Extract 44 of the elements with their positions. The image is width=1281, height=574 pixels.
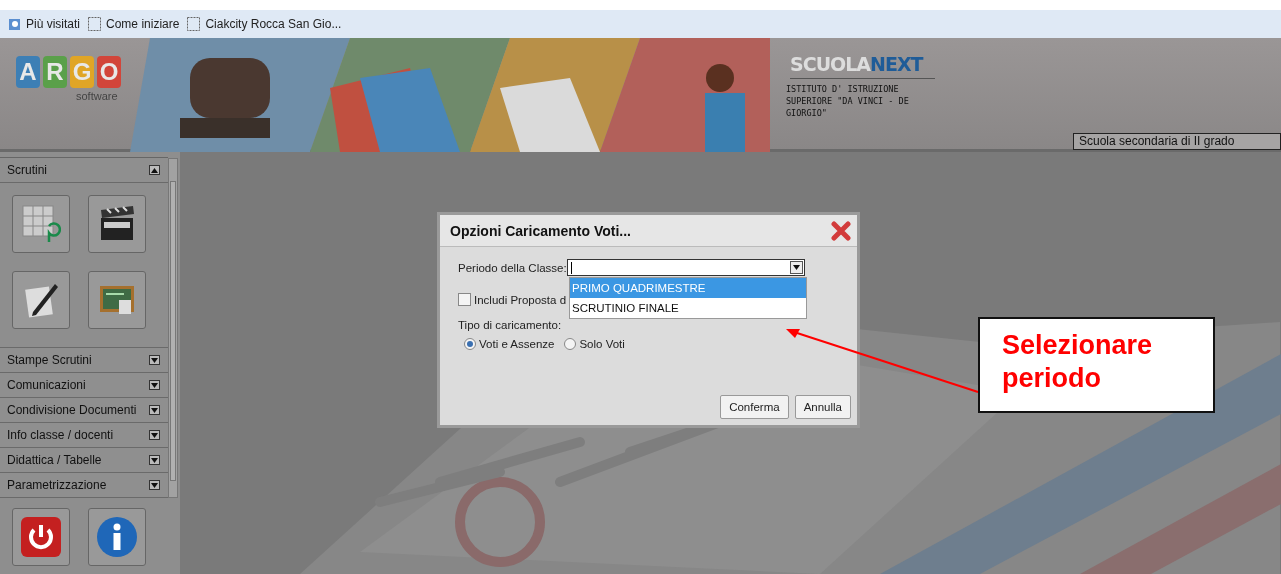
- radio-label: Solo Voti: [579, 338, 625, 350]
- bookmark-link[interactable]: Più visitati: [8, 17, 81, 31]
- product-logo: SCUOLANEXT: [790, 52, 935, 79]
- logo-letter: R: [43, 56, 67, 88]
- radio-button[interactable]: [564, 338, 577, 350]
- school-type-select[interactable]: Scuola secondaria di II grado: [1073, 133, 1281, 150]
- period-select[interactable]: [566, 259, 805, 276]
- close-icon[interactable]: [831, 220, 851, 241]
- expand-icon[interactable]: [149, 430, 160, 440]
- blank-page-icon: [88, 17, 102, 31]
- checkbox-label: Includi Proposta d: [474, 293, 567, 306]
- dialog-button[interactable]: Conferma: [720, 395, 789, 419]
- tool-button[interactable]: [88, 195, 146, 253]
- field-label: Tipo di caricamento:: [458, 319, 562, 331]
- dialog-button[interactable]: Annulla: [794, 395, 851, 419]
- logo-letter: A: [16, 56, 40, 88]
- power-icon: [19, 515, 63, 559]
- radio-label: Voti e Assenze: [479, 338, 555, 350]
- tool-button[interactable]: [12, 271, 70, 329]
- logo-letter: G: [70, 56, 94, 88]
- dropdown-option[interactable]: PRIMO QUADRIMESTRE: [570, 278, 806, 298]
- tool-button[interactable]: [12, 508, 70, 566]
- expand-icon[interactable]: [149, 355, 160, 365]
- blank-page-icon: [187, 17, 201, 31]
- scrollbar[interactable]: [168, 158, 178, 498]
- expand-icon[interactable]: [149, 380, 160, 390]
- institute-name: ISTITUTO D' ISTRUZIONE SUPERIORE "DA VINCI - DE GIORGIO": [786, 83, 910, 119]
- dialog-title: Opzioni Caricamento Voti...: [450, 222, 631, 239]
- bookmark-link[interactable]: Ciakcity Rocca San Gio...: [187, 17, 342, 31]
- caret-icon[interactable]: [792, 265, 800, 270]
- number-grid-icon: [21, 204, 61, 244]
- logo-caption: software: [76, 90, 118, 102]
- expand-icon[interactable]: [149, 480, 160, 490]
- collapse-icon[interactable]: [149, 165, 160, 175]
- field-label: Periodo della Classe:: [458, 261, 567, 274]
- radio-button[interactable]: [464, 338, 476, 350]
- checkbox[interactable]: [458, 293, 471, 306]
- expand-icon[interactable]: [149, 455, 160, 465]
- info-icon: [95, 515, 139, 559]
- tool-button[interactable]: [88, 508, 146, 566]
- expand-icon[interactable]: [149, 405, 160, 415]
- logo-letter: O: [97, 56, 121, 88]
- callout-text: Selezionare periodo: [1002, 329, 1154, 395]
- bookmark-link[interactable]: Come iniziare: [88, 17, 180, 31]
